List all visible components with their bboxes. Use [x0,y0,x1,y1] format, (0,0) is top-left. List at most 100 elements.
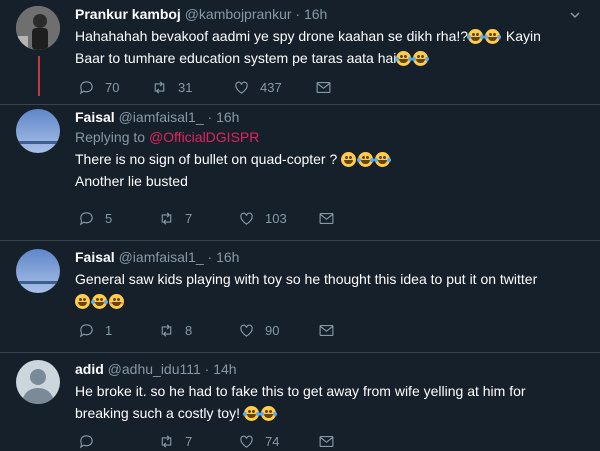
reply-button[interactable]: 70 [78,77,119,97]
joy-emoji-icon [484,29,502,44]
user-handle[interactable]: @iamfaisal1_ [119,109,204,125]
joy-emoji-icon [395,51,413,66]
tweet-text-line: Baar to tumhare education system pe tara… [75,50,397,66]
reply-button[interactable]: 1 [78,320,112,340]
like-count: 74 [265,433,280,449]
like-count: 90 [265,322,280,338]
display-name[interactable]: adid [75,361,104,377]
display-name[interactable]: Faisal [75,249,115,265]
like-button[interactable]: 437 [233,77,282,97]
retweet-count: 31 [178,79,193,95]
user-handle[interactable]: @iamfaisal1_ [119,249,204,265]
grin-emoji-icon [341,152,357,167]
retweet-icon [154,80,165,94]
timestamp[interactable]: 14h [213,361,236,377]
reply-button[interactable]: 5 [78,208,112,228]
tweet-text: There is no sign of bullet on quad-copte… [75,148,590,192]
message-button[interactable] [315,77,332,97]
replying-to: Replying to @OfficialDGISPR [75,128,590,146]
separator: · [204,361,210,377]
joy-emoji-icon [242,406,260,421]
reply-count: 5 [105,210,113,226]
retweet-button[interactable]: 7 [158,431,192,451]
separator: · [207,249,213,265]
tweet-actions: 1 8 90 [78,320,578,340]
tweet-text-line: There is no sign of bullet on quad-copte… [75,151,338,167]
timestamp[interactable]: 16h [304,6,327,22]
message-icon [319,435,334,447]
display-name[interactable]: Prankur kamboj [75,6,181,22]
joy-emoji-icon [467,29,485,44]
tweet-text: He broke it. so he had to fake this to g… [75,380,590,424]
reply-count: 70 [105,79,120,95]
tweet-3[interactable]: Faisal @iamfaisal1_ · 16h General saw ki… [0,240,600,352]
reply-icon [79,323,93,338]
message-icon [319,212,334,224]
retweet-button[interactable]: 8 [158,320,192,340]
message-icon [319,324,334,336]
separator: · [207,109,213,125]
retweet-icon [161,211,172,225]
tweet-text-line: breaking such a costly toy! [75,405,240,421]
tweet-header: adid @adhu_idu111 · 14h [75,360,590,378]
tweet-header: Prankur kamboj @kambojprankur · 16h [75,5,590,23]
like-count: 103 [265,210,287,226]
reply-icon [79,80,93,95]
grin-emoji-icon [75,294,90,309]
joy-emoji-icon [357,152,375,167]
like-icon [235,81,248,94]
like-icon [240,435,253,448]
replying-to-label: Replying to [75,129,146,145]
like-button[interactable]: 90 [238,320,279,340]
tweet-4[interactable]: adid @adhu_idu111 · 14h He broke it. so … [0,352,600,450]
reply-count: 1 [105,322,113,338]
retweet-button[interactable]: 31 [151,77,192,97]
timestamp[interactable]: 16h [216,249,239,265]
like-icon [240,324,253,337]
like-icon [240,212,253,225]
mention-link[interactable]: @OfficialDGISPR [149,129,259,145]
retweet-button[interactable]: 7 [158,208,192,228]
tweet-text-line: Kayin [502,28,541,44]
joy-emoji-icon [91,294,108,309]
avatar[interactable] [16,249,60,293]
avatar[interactable] [16,360,60,404]
separator: · [295,6,301,22]
joy-emoji-icon [374,152,392,167]
message-button[interactable] [318,320,335,340]
tweet-text-line: Another lie busted [75,173,188,189]
tweet-actions: 70 31 437 [78,77,578,97]
tweet-text-line: General saw kids playing with toy so he … [75,271,538,287]
message-button[interactable] [318,431,335,451]
tweet-text: Hahahahah bevakoof aadmi ye spy drone ka… [75,25,590,69]
tweet-2[interactable]: Faisal @iamfaisal1_ · 16h Replying to @O… [0,104,600,240]
user-handle[interactable]: @kambojprankur [185,6,292,22]
joy-emoji-icon [259,406,277,421]
message-button[interactable] [318,208,335,228]
joy-emoji-icon [412,51,430,66]
tweet-1[interactable]: Prankur kamboj @kambojprankur · 16h Haha… [0,0,600,104]
like-button[interactable]: 74 [238,431,279,451]
reply-icon [79,434,93,449]
retweet-count: 7 [185,210,193,226]
retweet-count: 8 [185,322,193,338]
tweet-header: Faisal @iamfaisal1_ · 16h [75,248,590,266]
tweet-text-line: Hahahahah bevakoof aadmi ye spy drone ka… [75,28,469,44]
tweet-text-line: He broke it. so he had to fake this to g… [75,383,526,399]
user-handle[interactable]: @adhu_idu111 [108,361,201,377]
reply-icon [79,211,93,226]
reply-button[interactable] [78,431,105,451]
like-button[interactable]: 103 [238,208,287,228]
avatar[interactable] [16,6,60,50]
avatar[interactable] [16,109,60,153]
retweet-icon [161,323,172,337]
blush-emoji-icon [109,294,124,309]
chevron-down-icon[interactable] [570,10,580,20]
like-count: 437 [260,79,282,95]
display-name[interactable]: Faisal [75,109,115,125]
tweet-actions: 7 74 [78,431,578,451]
timestamp[interactable]: 16h [216,109,239,125]
tweet-text: General saw kids playing with toy so he … [75,268,590,312]
retweet-icon [161,434,172,448]
tweet-header: Faisal @iamfaisal1_ · 16h [75,108,590,126]
